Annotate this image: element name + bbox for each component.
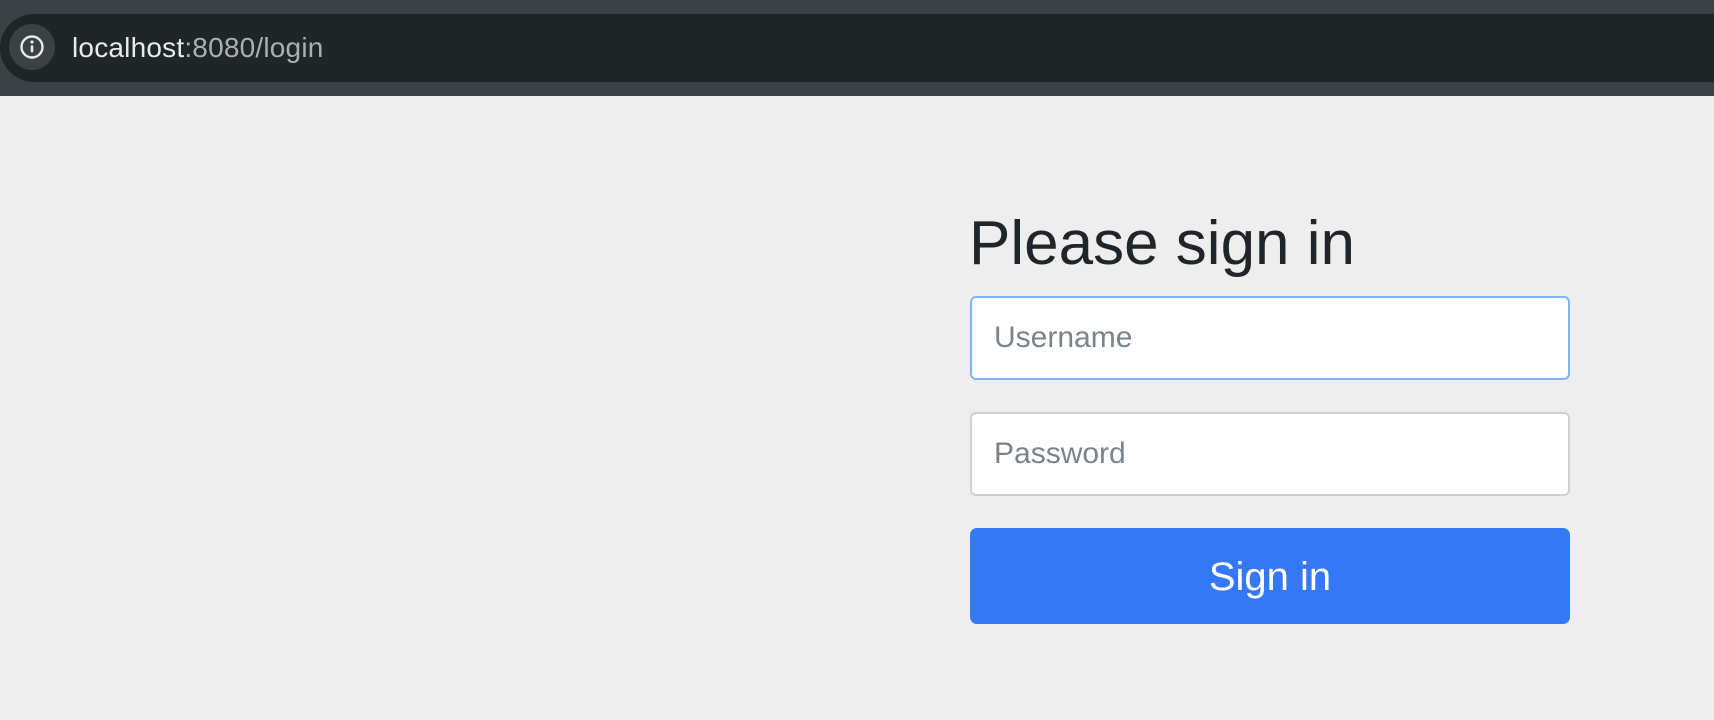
sign-in-button[interactable]: Sign in (970, 528, 1570, 624)
info-circle-icon (20, 35, 44, 59)
password-input[interactable] (970, 412, 1570, 496)
site-info-button[interactable] (9, 24, 55, 70)
login-page: Please sign in Sign in (0, 96, 1714, 720)
page-title: Please sign in (969, 209, 1356, 278)
url-text[interactable]: localhost:8080/login (72, 31, 324, 65)
address-bar[interactable]: localhost:8080/login (0, 14, 1714, 82)
username-input[interactable] (970, 296, 1570, 380)
browser-toolbar: localhost:8080/login (0, 0, 1714, 96)
url-host: localhost (72, 32, 185, 63)
url-path: :8080/login (184, 32, 324, 63)
